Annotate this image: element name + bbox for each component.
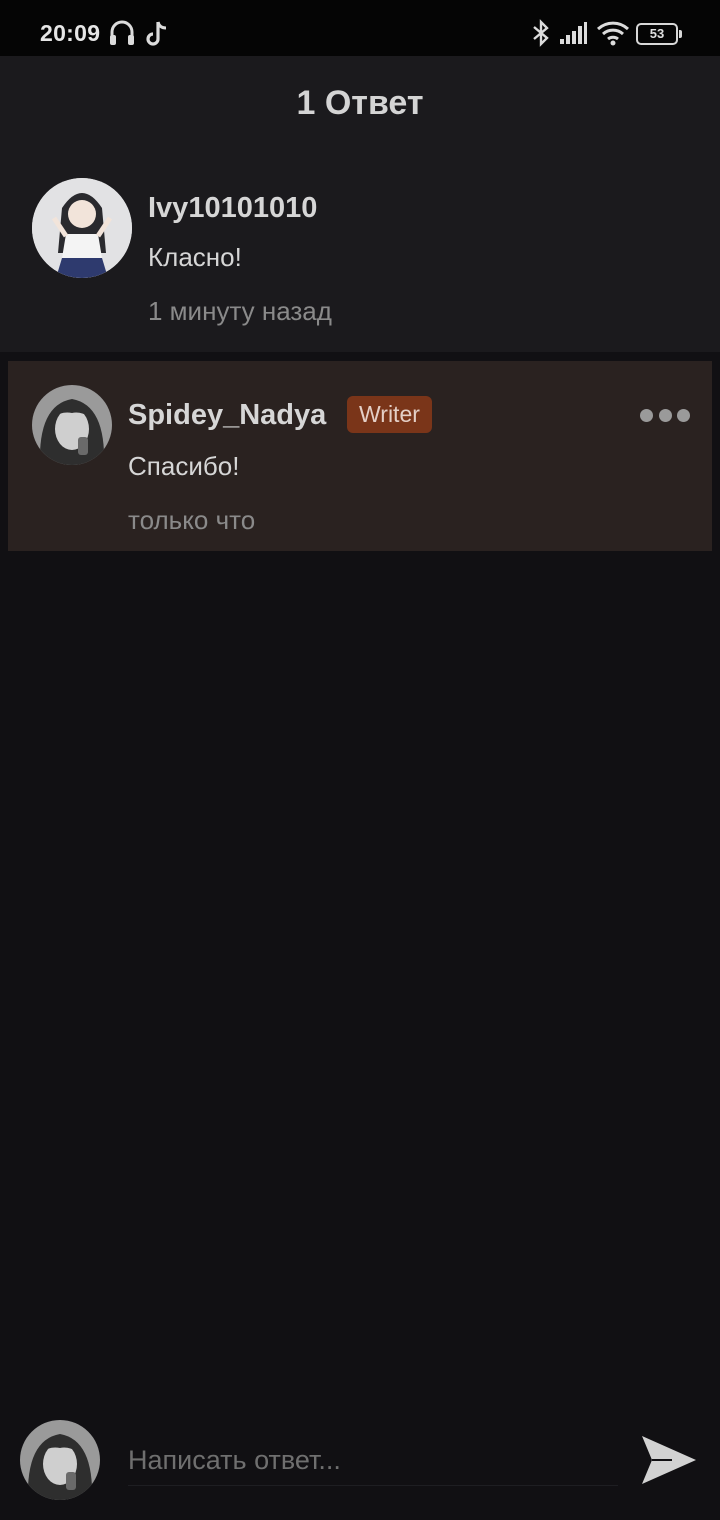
more-options-button[interactable] <box>640 403 690 427</box>
comment-timestamp: 1 минуту назад <box>148 296 332 326</box>
current-user-avatar <box>20 1420 100 1500</box>
tiktok-icon <box>146 18 170 53</box>
writer-badge: Writer <box>347 396 432 433</box>
comment-text: Класно! <box>148 242 242 272</box>
send-icon <box>642 1436 696 1484</box>
status-bar: 20:09 53 <box>0 0 720 56</box>
headphones-icon <box>108 18 136 53</box>
avatar[interactable] <box>32 385 112 465</box>
comment-username[interactable]: Ivy10101010 <box>148 192 317 225</box>
reply-timestamp: только что <box>128 505 256 535</box>
reply-username[interactable]: Spidey_Nadya <box>128 399 326 432</box>
battery-icon: 53 <box>636 23 682 45</box>
header: 1 Ответ <box>0 56 720 152</box>
parent-comment: Ivy10101010 Класно! 1 минуту назад <box>0 152 720 352</box>
dot-icon <box>658 408 672 422</box>
dot-icon <box>677 408 690 422</box>
signal-icon <box>558 18 588 53</box>
page-title: 1 Ответ <box>296 84 424 122</box>
avatar[interactable] <box>32 178 132 278</box>
reply-comment: Spidey_Nadya Writer Спасибо! только что <box>8 361 712 551</box>
send-button[interactable] <box>638 1430 700 1492</box>
wifi-icon <box>596 18 630 53</box>
dot-icon <box>640 408 653 422</box>
bluetooth-icon <box>530 18 552 53</box>
battery-level: 53 <box>649 26 665 41</box>
status-time: 20:09 <box>40 20 101 46</box>
reply-input[interactable] <box>128 1436 618 1486</box>
reply-text: Спасибо! <box>128 451 240 481</box>
reply-composer <box>0 1408 720 1520</box>
